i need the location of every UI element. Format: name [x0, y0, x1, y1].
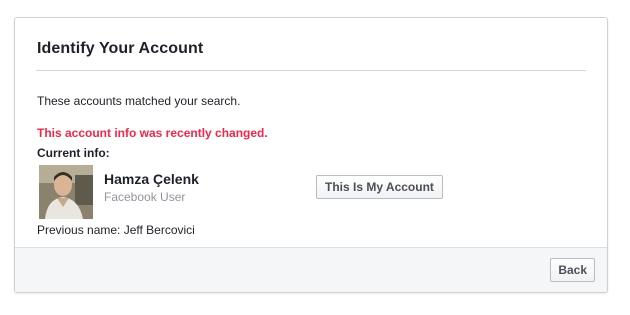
back-button[interactable]: Back — [550, 258, 595, 282]
dialog-footer: Back — [15, 247, 607, 292]
account-subtitle: Facebook User — [104, 190, 186, 204]
account-name: Hamza Çelenk — [104, 171, 199, 187]
dialog-header: Identify Your Account — [36, 40, 586, 71]
current-info-label: Current info: — [37, 146, 110, 160]
this-is-my-account-button[interactable]: This Is My Account — [316, 175, 443, 199]
dialog-title: Identify Your Account — [37, 40, 204, 57]
account-identity: Hamza Çelenk Facebook User — [104, 171, 199, 204]
dialog-content: These accounts matched your search. This… — [37, 94, 586, 237]
avatar — [39, 165, 93, 219]
identify-account-dialog: Identify Your Account These accounts mat… — [14, 17, 608, 293]
account-row: Hamza Çelenk Facebook User This Is My Ac… — [37, 165, 586, 221]
info-changed-warning: This account info was recently changed. — [37, 126, 268, 140]
previous-name-text: Previous name: Jeff Bercovici — [37, 223, 195, 237]
profile-photo-icon — [39, 165, 93, 219]
matched-text: These accounts matched your search. — [37, 94, 241, 108]
header-divider — [36, 70, 586, 71]
